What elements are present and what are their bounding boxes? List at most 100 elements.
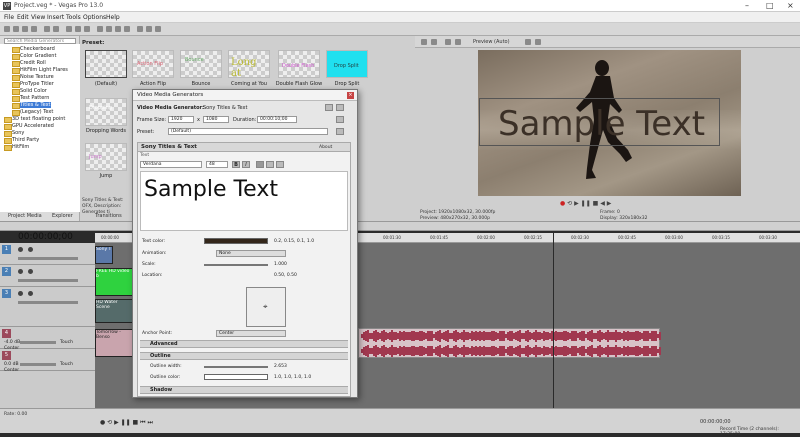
advanced-section[interactable]: Advanced xyxy=(140,340,348,348)
bold-button[interactable]: B xyxy=(232,161,240,168)
preset-thumb-bounce[interactable]: Bounce xyxy=(180,50,222,78)
preset-thumb-coming-at-you[interactable]: Long at xyxy=(228,50,270,79)
align-left-button[interactable] xyxy=(256,161,264,168)
snapping-icon[interactable] xyxy=(137,26,143,32)
menu-help[interactable]: Help xyxy=(106,14,120,21)
shadow-section[interactable]: Shadow xyxy=(140,386,348,394)
clip-sony-titles[interactable]: Sony T xyxy=(95,246,113,264)
about-link[interactable]: About xyxy=(319,145,332,150)
outline-width-slider[interactable] xyxy=(204,366,268,368)
font-size-select[interactable]: 48 xyxy=(206,161,228,168)
solo-icon[interactable] xyxy=(28,247,33,252)
volume-slider[interactable] xyxy=(20,363,56,366)
track-header-video-1[interactable]: 1 xyxy=(0,243,95,265)
level-slider[interactable] xyxy=(18,279,78,282)
save-preset-icon[interactable] xyxy=(336,116,344,123)
font-family-select[interactable]: Verdana xyxy=(140,161,202,168)
anchor-point-select[interactable]: Center xyxy=(216,330,286,337)
properties-icon[interactable] xyxy=(31,26,37,32)
frame-width-input[interactable]: 1920 xyxy=(168,116,194,123)
dialog-lock-icon[interactable] xyxy=(336,104,344,111)
tree-item[interactable]: Solid Color xyxy=(12,88,47,95)
copy-icon[interactable] xyxy=(75,26,81,32)
tree-item[interactable]: Color Gradient xyxy=(11,53,56,60)
menu-edit[interactable]: Edit xyxy=(17,14,29,21)
tree-item[interactable]: ProType Titler xyxy=(12,81,54,88)
tree-item[interactable]: 3D text floating point xyxy=(3,116,65,123)
dialog-title-bar[interactable]: Video Media Generators × xyxy=(133,90,357,101)
tree-item[interactable]: Checkerboard xyxy=(12,46,55,53)
scale-slider[interactable] xyxy=(204,264,268,266)
tree-item[interactable]: HitFilm xyxy=(3,144,29,151)
clip-tomorrow-audio[interactable]: Tomorrow - Benso xyxy=(95,329,133,357)
next-frame-icon[interactable]: ▶ xyxy=(607,200,612,207)
frame-height-input[interactable]: 1080 xyxy=(203,116,229,123)
menu-view[interactable]: View xyxy=(31,14,45,21)
auto-ripple-icon[interactable] xyxy=(146,26,152,32)
cut-icon[interactable] xyxy=(66,26,72,32)
track-header-audio-2[interactable]: 5 0.0 dB Touch Center xyxy=(0,349,95,373)
dialog-close-icon[interactable]: × xyxy=(347,92,354,99)
pause-icon[interactable]: ❚❚ xyxy=(581,200,591,207)
solo-icon[interactable] xyxy=(28,291,33,296)
scale-value[interactable]: 1.000 xyxy=(274,262,287,267)
paste-icon[interactable] xyxy=(84,26,90,32)
prev-frame-icon[interactable]: ◀ xyxy=(600,200,605,207)
preset-thumb-action-flip[interactable]: Action Flip xyxy=(132,50,174,78)
outline-width-value[interactable]: 2.653 xyxy=(274,364,287,369)
envelope-tool-icon[interactable] xyxy=(106,26,112,32)
tree-item[interactable]: Sony xyxy=(3,130,24,137)
tab-explorer[interactable]: Explorer xyxy=(52,213,73,219)
save-icon[interactable] xyxy=(22,26,28,32)
preset-thumb-double-flash-glow[interactable]: Double Flash xyxy=(278,50,320,78)
solo-icon[interactable] xyxy=(28,269,33,274)
tree-item[interactable]: Credit Roll xyxy=(12,60,46,67)
stop-icon[interactable]: ■ xyxy=(593,200,599,207)
open-icon[interactable] xyxy=(13,26,19,32)
dialog-info-icon[interactable] xyxy=(325,104,333,111)
audio-touch-mode[interactable]: Touch xyxy=(60,340,73,345)
transport-buttons[interactable]: ● ⟲ ▶ ❚❚ ■ ⏮ ⏭ xyxy=(100,419,153,427)
undo-icon[interactable] xyxy=(44,26,50,32)
menu-insert[interactable]: Insert xyxy=(47,14,64,21)
minimize-icon[interactable]: – xyxy=(745,1,749,10)
new-icon[interactable] xyxy=(4,26,10,32)
split-screen-icon[interactable] xyxy=(445,39,451,45)
audio-waveform-clip[interactable] xyxy=(358,328,661,358)
menu-file[interactable]: File xyxy=(4,14,14,21)
mute-icon[interactable] xyxy=(18,247,23,252)
tab-transitions[interactable]: Transitions xyxy=(95,213,122,219)
mute-icon[interactable] xyxy=(18,269,23,274)
selection-tool-icon[interactable] xyxy=(115,26,121,32)
track-header-audio-1[interactable]: 4 -4.0 dB Touch Center xyxy=(0,327,95,351)
level-slider[interactable] xyxy=(18,257,78,260)
outline-color-swatch[interactable] xyxy=(204,374,268,380)
preset-thumb-jump[interactable]: Jump xyxy=(85,143,127,171)
save-snapshot-icon[interactable] xyxy=(535,39,541,45)
text-color-value[interactable]: 0.2, 0.15, 0.1, 1.0 xyxy=(274,239,314,244)
preset-thumb-dropping-words[interactable]: Dropping xyxy=(85,98,127,126)
outline-section[interactable]: Outline xyxy=(140,352,348,360)
location-value[interactable]: 0.50, 0.50 xyxy=(274,273,297,278)
volume-slider[interactable] xyxy=(20,341,56,344)
mute-icon[interactable] xyxy=(18,291,23,296)
animation-select[interactable]: None xyxy=(216,250,286,257)
track-header-video-3[interactable]: 3 xyxy=(0,287,95,327)
play-icon[interactable]: ▶ xyxy=(574,200,579,207)
tree-item[interactable]: Test Pattern xyxy=(11,95,49,102)
track-header-video-2[interactable]: 2 xyxy=(0,265,95,287)
tab-project-media[interactable]: Project Media xyxy=(8,213,42,219)
tree-item[interactable]: Third Party xyxy=(3,137,39,144)
close-icon[interactable]: × xyxy=(787,1,794,10)
overlay-icon[interactable] xyxy=(455,39,461,45)
level-slider[interactable] xyxy=(18,301,78,304)
duration-input[interactable]: 00:00:10;00 xyxy=(257,116,297,123)
preset-select[interactable]: (Default) xyxy=(168,128,328,135)
zoom-tool-icon[interactable] xyxy=(124,26,130,32)
preview-properties-icon[interactable] xyxy=(421,39,427,45)
preset-thumb-drop-split[interactable]: Drop Split xyxy=(326,50,368,78)
clip-hd-water[interactable]: HD Water Scene xyxy=(95,299,133,323)
preview-quality-select[interactable]: Preview (Auto) xyxy=(473,39,510,45)
playhead-cursor[interactable] xyxy=(553,233,554,408)
tree-item-selected[interactable]: Titles & Text xyxy=(12,102,51,109)
